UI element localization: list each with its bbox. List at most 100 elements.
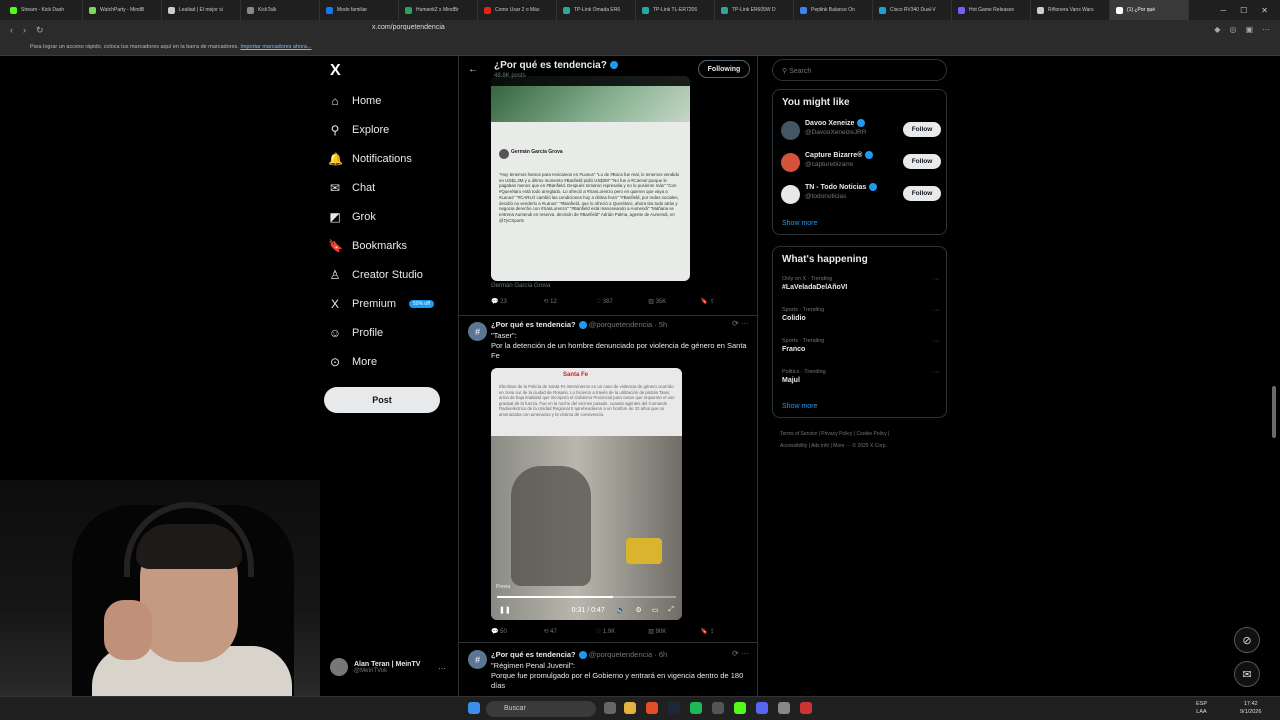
more-icon[interactable]: ··· [933,307,940,314]
footer-line[interactable]: Terms of Service | Privacy Policy | Cook… [780,428,950,440]
post-button[interactable]: Post [324,387,440,413]
windows-start-icon[interactable] [468,702,480,714]
bookmark-icon[interactable]: 🔖 ⇪ [701,298,753,310]
browser-tab[interactable]: KickTalk [241,0,320,20]
more-icon[interactable]: ··· [933,338,940,345]
extension-icon[interactable]: ◆ [1214,25,1220,34]
close-icon[interactable]: ✕ [1261,6,1268,15]
browser-tab[interactable]: WatchParty - MindB [83,0,162,20]
volume-icon[interactable]: 🔈 [617,606,626,614]
x-logo[interactable]: X [330,62,341,80]
url-field[interactable]: x.com/porquetendencia [372,24,445,31]
language-indicator[interactable]: ESP LAA [1196,700,1207,716]
nav-item-creator-studio[interactable]: ♙ Creator Studio [328,264,423,286]
kick-icon[interactable] [734,702,746,714]
more-icon[interactable]: ⟳ ··· [732,319,749,328]
show-more-link[interactable]: Show more [782,220,817,227]
minimize-icon[interactable]: ─ [1220,6,1226,15]
show-more-link[interactable]: Show more [782,403,817,410]
follow-button[interactable]: Follow [903,154,941,169]
extension-icon[interactable]: ◎ [1229,25,1236,34]
follow-suggestion[interactable]: Davoo Xeneize @DavooXeneizeJRR Follow [781,119,941,143]
browser-tab[interactable]: Stream - Kick Dash [4,0,83,20]
menu-icon[interactable]: ⋯ [1262,25,1270,34]
like-button[interactable]: ♡ 1.9K [596,628,648,640]
avatar[interactable]: # [468,322,487,341]
clock[interactable]: 17:42 9/1/2026 [1240,700,1261,716]
pause-icon[interactable]: ❚❚ [499,606,511,614]
back-arrow-icon[interactable]: ← [468,64,478,75]
tweet-image[interactable]: Germán García Grova "Hoy tenemos harsos … [491,76,690,281]
settings-icon[interactable] [778,702,790,714]
taskbar-search[interactable]: Buscar [486,701,596,717]
browser-tab[interactable]: TP-Link TL-ER7206 [636,0,715,20]
nav-item-bookmarks[interactable]: 🔖 Bookmarks [328,235,407,257]
more-icon[interactable]: ··· [438,664,446,673]
tweet-author[interactable]: ¿Por qué es tendencia? @porquetendencia … [491,320,667,330]
maximize-icon[interactable]: ☐ [1240,6,1247,15]
spotify-icon[interactable] [690,702,702,714]
more-icon[interactable]: ··· [933,276,940,283]
nav-item-grok[interactable]: ◩ Grok [328,206,376,228]
browser-tab[interactable]: HumanitZ x MindBr [399,0,478,20]
import-bookmarks-link[interactable]: Importar marcadores ahora... [240,44,311,50]
trend-item[interactable]: Sports · Trending Franco ··· [782,338,940,353]
video-progress-bar[interactable] [497,596,676,598]
back-icon[interactable]: ‹ [10,25,13,35]
browser-tab[interactable]: Lealtad | El mejor si [162,0,241,20]
nav-item-premium[interactable]: X Premium 50% off [328,293,434,315]
forward-icon[interactable]: › [23,25,26,35]
nav-item-chat[interactable]: ✉ Chat [328,177,375,199]
grok-icon[interactable]: ⊘ [1234,627,1260,653]
follow-button[interactable]: Follow [903,186,941,201]
follow-suggestion[interactable]: Capture Bizarre® @capturebizarre Follow [781,151,941,175]
following-button[interactable]: Following [698,60,750,78]
views-button[interactable]: ▥ 35K [648,298,700,310]
brave-icon[interactable] [646,702,658,714]
browser-tab[interactable]: (1) ¿Por qué [1110,0,1189,20]
file-explorer-icon[interactable] [624,702,636,714]
nav-item-home[interactable]: ⌂ Home [328,90,381,112]
trend-item[interactable]: Sports · Trending Colidio ··· [782,307,940,322]
trend-item[interactable]: Politics · Trending Majul ··· [782,369,940,384]
app-icon[interactable] [712,702,724,714]
pip-icon[interactable]: ▭ [652,606,659,614]
nav-item-notifications[interactable]: 🔔 Notifications [328,148,412,170]
video-player[interactable]: Santa Fe Efectivos de la Policía de Sant… [491,368,682,620]
extension-icon[interactable]: ▣ [1245,25,1253,34]
browser-tab[interactable]: Peplink Balance On [794,0,873,20]
messages-icon[interactable]: ✉ [1234,661,1260,687]
views-button[interactable]: ▥ 90K [648,628,700,640]
more-icon[interactable]: ⟳ ··· [732,649,749,658]
nav-item-explore[interactable]: ⚲ Explore [328,119,390,141]
nav-item-more[interactable]: ⊙ More [328,351,377,373]
account-switcher[interactable]: Alan Teran | MeinTV @MeInTVok ··· [330,658,446,676]
browser-tab[interactable]: Como Usar 2 o Más [478,0,557,20]
repost-button[interactable]: ⟲ 47 [543,628,595,640]
browser-tab[interactable]: Modo familiar [320,0,399,20]
repost-button[interactable]: ⟲ 12 [543,298,595,310]
browser-tab[interactable]: Riñonera Vans Wars [1031,0,1110,20]
trend-item[interactable]: Only on X · Trending #LaVeladaDelAñoVI ··· [782,276,940,291]
settings-icon[interactable]: ⚙ [635,606,641,614]
avatar[interactable]: # [468,650,487,669]
steam-icon[interactable] [668,702,680,714]
search-input[interactable]: ⚲ Search [772,59,947,81]
bookmark-icon[interactable]: 🔖 ⇪ [701,628,753,640]
footer-line[interactable]: Accessibility | Ads info | More ··· © 20… [780,440,950,452]
reply-button[interactable]: 💬 50 [491,628,543,640]
like-button[interactable]: ♡ 387 [596,298,648,310]
browser-tab[interactable]: TP-Link ER605W D [715,0,794,20]
fullscreen-icon[interactable]: ⤢ [668,606,674,614]
app-icon[interactable] [800,702,812,714]
browser-tab[interactable]: Cisco RV340 Dual-V [873,0,952,20]
browser-tab[interactable]: TP-Link Omada ER6 [557,0,636,20]
browser-tab[interactable]: Hot Game Releases [952,0,1031,20]
nav-item-profile[interactable]: ☺ Profile [328,322,383,344]
scrollbar[interactable] [1272,386,1276,438]
reply-button[interactable]: 💬 23 [491,298,543,310]
task-view-icon[interactable] [604,702,616,714]
more-icon[interactable]: ··· [933,369,940,376]
follow-suggestion[interactable]: TN - Todo Noticias @todonoticias Follow [781,183,941,207]
follow-button[interactable]: Follow [903,122,941,137]
